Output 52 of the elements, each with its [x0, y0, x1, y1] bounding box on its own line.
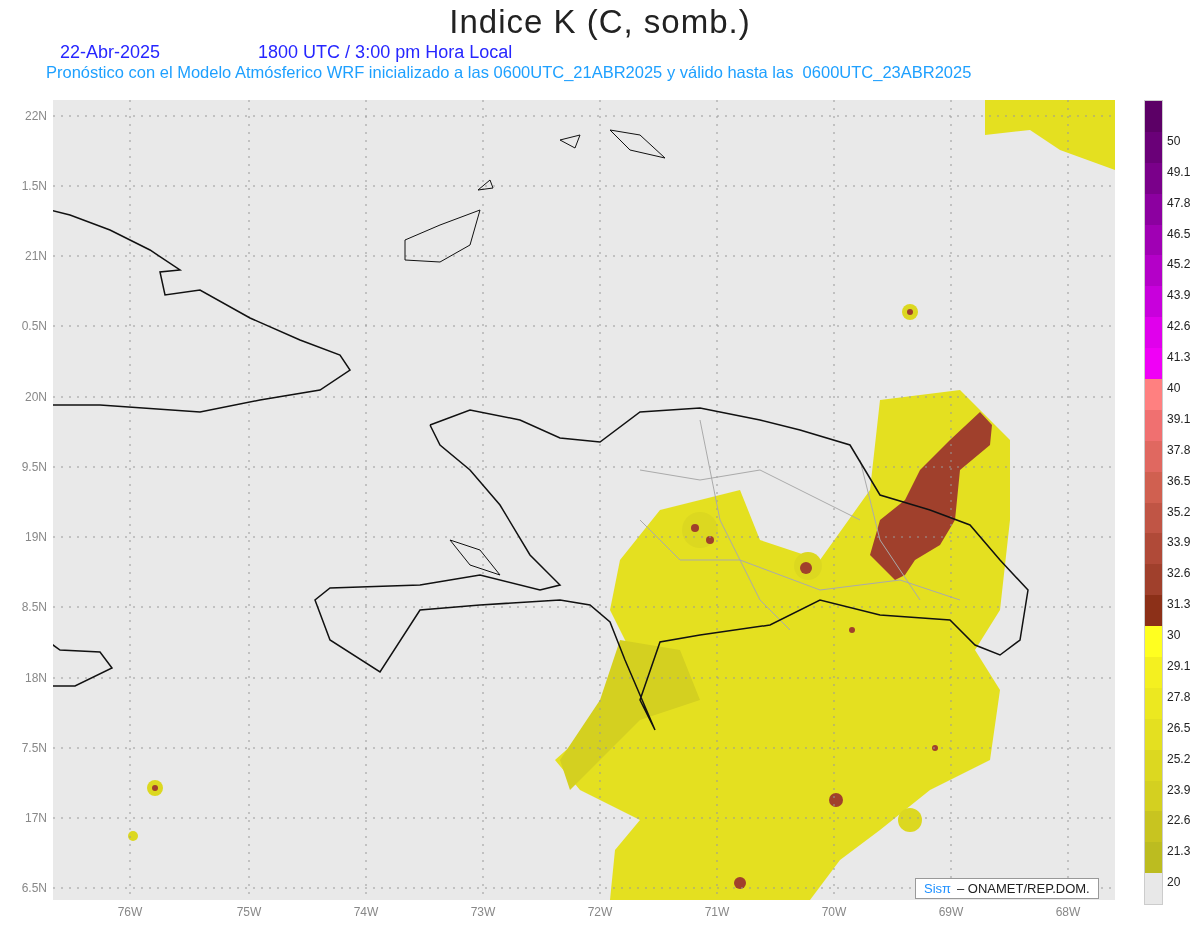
latitude-label: 20N — [25, 390, 47, 404]
scale-label: 35.2 — [1167, 504, 1191, 519]
latitude-label: 17N — [25, 811, 47, 825]
scale-label: 40 — [1167, 381, 1181, 395]
forecast-time: 1800 UTC / 3:00 pm Hora Local — [258, 42, 513, 62]
longitude-label: 69W — [937, 905, 965, 919]
longitude-label: 76W — [116, 905, 144, 919]
latitude-label: 19N — [25, 530, 47, 544]
credit-text: – ONAMET/REP.DOM. — [957, 879, 1090, 898]
scale-label: 42.6 — [1167, 319, 1191, 334]
scale-label: 27.8 — [1167, 689, 1191, 704]
scale-label: 41.3 — [1167, 350, 1191, 365]
latitude-label: 7.5N — [21, 741, 47, 755]
scale-label: 21.3 — [1167, 844, 1191, 859]
scale-label: 25.2 — [1167, 751, 1191, 766]
model-description: Pronóstico con el Modelo Atmósferico WRF inicializado a las 0600UTC_21ABR2025 y válido hasta las 0600UTC_23ABR2025 — [46, 62, 972, 82]
scale-label: 37.8 — [1167, 442, 1191, 457]
latitude-label: 1.5N — [21, 179, 47, 193]
longitude-label: 73W — [469, 905, 497, 919]
latitude-label: 0.5N — [21, 319, 47, 333]
longitude-label: 75W — [235, 905, 263, 919]
longitude-label: 70W — [820, 905, 848, 919]
scale-label: 23.9 — [1167, 782, 1191, 797]
longitude-label: 71W — [703, 905, 731, 919]
longitude-label: 72W — [586, 905, 614, 919]
chart-title: Indice K (C, somb.) — [449, 2, 751, 42]
latitude-label: 8.5N — [21, 600, 47, 614]
scale-label: 49.1 — [1167, 164, 1191, 179]
scale-label: 30 — [1167, 628, 1181, 643]
longitude-label: 68W — [1054, 905, 1082, 919]
scale-label: 33.9 — [1167, 535, 1191, 550]
scale-label: 50 — [1167, 133, 1181, 148]
longitude-label: 74W — [352, 905, 380, 919]
scale-label: 39.1 — [1167, 411, 1191, 426]
forecast-date: 22-Abr-2025 — [60, 42, 161, 62]
latitude-label: 9.5N — [21, 460, 47, 474]
scale-label: 47.8 — [1167, 195, 1191, 210]
logo-text: Sisπ — [924, 879, 952, 898]
latitude-label: 18N — [25, 671, 47, 685]
scale-label: 45.2 — [1167, 257, 1191, 272]
scale-label: 29.1 — [1167, 659, 1191, 674]
latitude-label: 22N — [25, 109, 47, 123]
scale-label: 22.6 — [1167, 813, 1191, 828]
scale-label: 20 — [1167, 875, 1181, 890]
scale-label: 46.5 — [1167, 226, 1191, 241]
scale-label: 36.5 — [1167, 473, 1191, 488]
scale-label: 32.6 — [1167, 566, 1191, 581]
scale-label: 26.5 — [1167, 720, 1191, 735]
latitude-label: 21N — [25, 249, 47, 263]
scale-label: 43.9 — [1167, 288, 1191, 303]
latitude-label: 6.5N — [21, 881, 47, 895]
scale-label: 31.3 — [1167, 597, 1191, 612]
